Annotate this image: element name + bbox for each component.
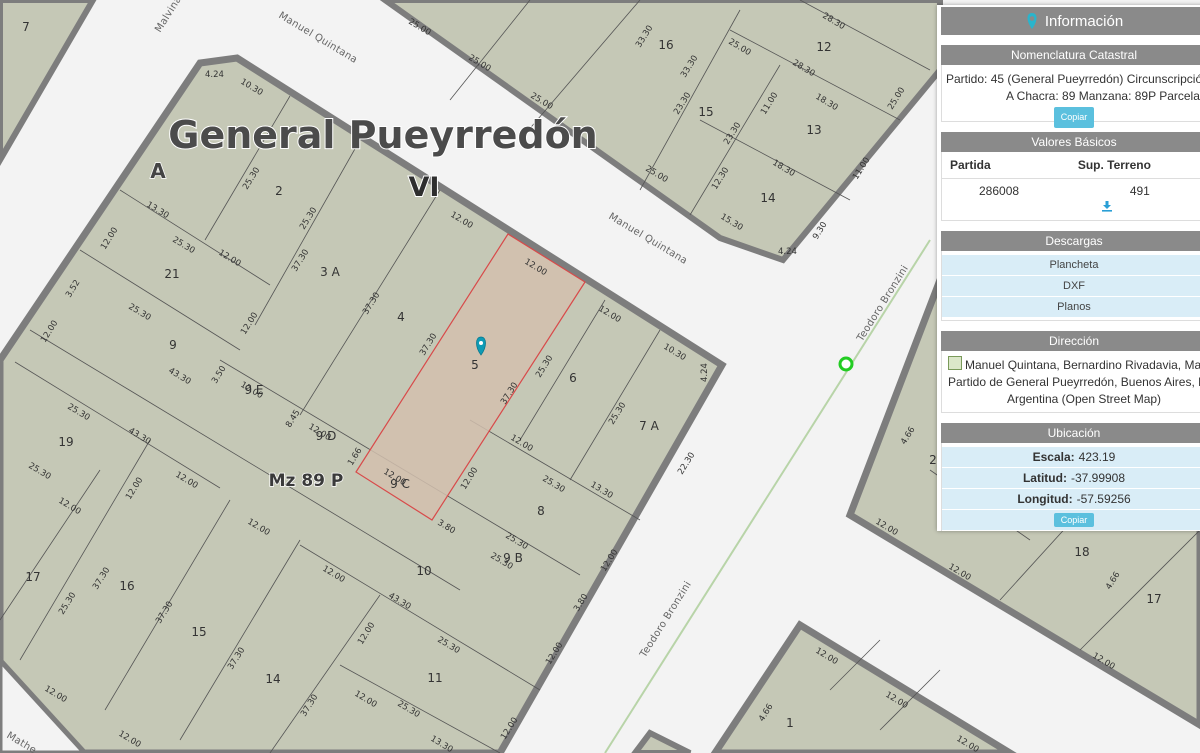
descargas-body: Plancheta DXF Planos xyxy=(941,251,1200,321)
ubicacion-body: Escala: 423.19 Latitud: -37.99908 Longit… xyxy=(941,443,1200,531)
section-label: VI xyxy=(409,172,440,203)
block-label: Mz 89 P xyxy=(269,471,344,491)
col-sup-terreno: Sup. Terreno xyxy=(1047,152,1187,179)
lot-number: 15 xyxy=(191,625,206,639)
nomenclatura-line1: Partido: 45 (General Pueyrredón) Circuns… xyxy=(946,72,1200,86)
lot-number: 5 xyxy=(471,358,479,372)
latitud-value: -37.99908 xyxy=(1070,471,1126,485)
lot-number: 10 xyxy=(416,564,431,578)
direccion-line3: Argentina (Open Street Map) xyxy=(1006,392,1162,406)
lot-number: 7 A xyxy=(639,419,659,433)
svg-text:4.24: 4.24 xyxy=(205,70,224,80)
svg-text:4.24: 4.24 xyxy=(778,247,797,257)
lot-number: 19 xyxy=(58,435,73,449)
valores-body: Partida Sup. Terreno 286008 491 xyxy=(941,152,1200,221)
lot-number: 18 xyxy=(1074,545,1089,559)
gps-location-icon[interactable] xyxy=(838,356,854,372)
longitud-label: Longitud: xyxy=(1017,492,1073,506)
col-partida: Partida xyxy=(942,152,1048,179)
nomenclatura-body: Partido: 45 (General Pueyrredón) Circuns… xyxy=(941,65,1200,128)
lot-number: 4 xyxy=(397,310,405,324)
lot-number: 15 xyxy=(698,105,713,119)
lot-number: 8 xyxy=(537,504,545,518)
download-icon[interactable] xyxy=(1101,200,1113,212)
lot-number: 11 xyxy=(427,671,442,685)
latitud-label: Latitud: xyxy=(1022,471,1067,485)
descargas-header: Descargas xyxy=(941,231,1200,251)
lot-number: 2 xyxy=(929,453,937,467)
svg-text:4.24: 4.24 xyxy=(700,363,710,382)
lot-number: 12 xyxy=(816,40,831,54)
direccion-header: Dirección xyxy=(941,331,1200,351)
escala-row: Escala: 423.19 xyxy=(942,447,1200,468)
lot-number: 16 xyxy=(658,38,673,52)
lot-number: 7 xyxy=(22,20,30,34)
ubicacion-header: Ubicación xyxy=(941,423,1200,443)
lot-number: 21 xyxy=(164,267,179,281)
lot-number: 16 xyxy=(119,579,134,593)
lot-number: 17 xyxy=(1146,592,1161,606)
copy-row: Copiar xyxy=(942,510,1200,530)
lot-number: 13 xyxy=(806,123,821,137)
latitud-row: Latitud: -37.99908 xyxy=(942,468,1200,489)
download-planos[interactable]: Planos xyxy=(942,297,1200,318)
escala-label: Escala: xyxy=(1032,450,1075,464)
map-marker-icon xyxy=(1027,13,1037,29)
subsection-label: A xyxy=(150,159,166,183)
longitud-row: Longitud: -57.59256 xyxy=(942,489,1200,510)
download-plancheta[interactable]: Plancheta xyxy=(942,255,1200,276)
lot-number: 17 xyxy=(25,570,40,584)
panel-title: Información xyxy=(941,7,1200,35)
lot-number: 3 A xyxy=(320,265,340,279)
lot-number: 14 xyxy=(265,672,280,686)
nomenclatura-line2: A Chacra: 89 Manzana: 89P Parcela: 5 xyxy=(1006,89,1200,103)
download-dxf[interactable]: DXF xyxy=(942,276,1200,297)
lot-number: 14 xyxy=(760,191,775,205)
nomenclatura-header: Nomenclatura Catastral xyxy=(941,45,1200,65)
lot-number: 9 xyxy=(169,338,177,352)
panel-title-text: Información xyxy=(1044,12,1124,30)
locality-label: General Pueyrredón xyxy=(168,113,598,157)
lot-number: 2 xyxy=(275,184,283,198)
copy-location-button[interactable]: Copiar xyxy=(1053,513,1095,527)
copy-nomenclatura-button[interactable]: Copiar xyxy=(1053,107,1095,128)
osm-map-icon xyxy=(948,356,962,370)
lot-number: 6 xyxy=(569,371,577,385)
lot-number: 1 xyxy=(786,716,794,730)
longitud-value: -57.59256 xyxy=(1076,492,1131,506)
escala-value: 423.19 xyxy=(1078,450,1116,464)
info-panel: Información Nomenclatura Catastral Parti… xyxy=(937,5,1200,531)
direccion-line1: Manuel Quintana, Bernardino Rivadavia, M… xyxy=(965,358,1200,372)
direccion-line2: Partido de General Pueyrredón, Buenos Ai… xyxy=(948,375,1200,389)
direccion-body: Manuel Quintana, Bernardino Rivadavia, M… xyxy=(941,351,1200,413)
valores-header: Valores Básicos xyxy=(941,132,1200,152)
